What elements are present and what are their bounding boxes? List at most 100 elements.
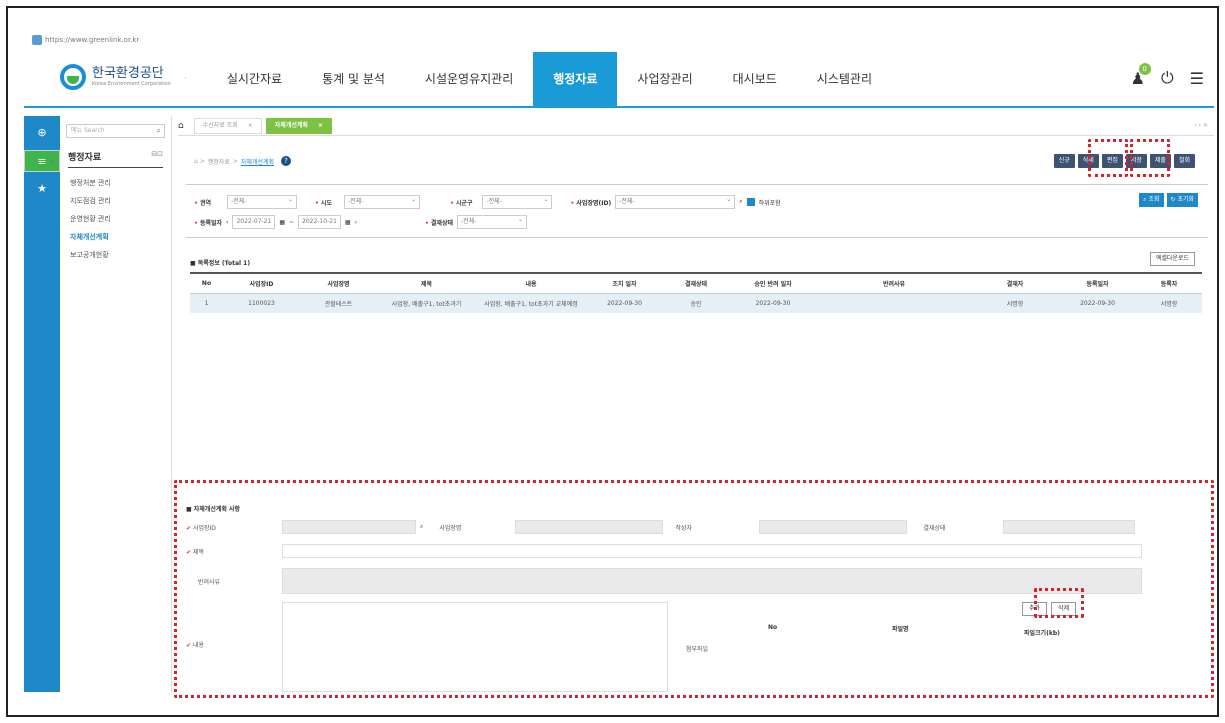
approval-status-input (1003, 520, 1136, 534)
subject-input[interactable] (282, 544, 1142, 558)
prev-date-icon[interactable]: ‹ (226, 219, 228, 226)
top-navigation: 한국환경공단 Korea Environment Corporation · 실… (24, 52, 1214, 108)
column-header[interactable]: 내용 (476, 272, 586, 294)
sidebar-item[interactable]: 행정처분 관리 (60, 174, 171, 192)
column-header[interactable]: 결재상태 (663, 272, 729, 294)
calendar-icon[interactable]: ▦ (279, 219, 285, 226)
reject-reason-input (282, 568, 1142, 594)
menu-list-icon[interactable]: ☰ (1190, 69, 1204, 88)
site-id-input[interactable] (282, 520, 416, 534)
file-column-no: No (768, 624, 778, 631)
column-header[interactable]: 등록일자 (1059, 272, 1136, 294)
icon-bar: ⊕ ≡ ★ (24, 116, 60, 692)
logo[interactable]: 한국환경공단 Korea Environment Corporation (60, 64, 171, 90)
tab-bar: ⌂ 수신자료 조회 × 자체개선계획 × ‹ › ✕ (178, 116, 1214, 136)
sidebar-search-input[interactable]: 메뉴 Search ⌕ (66, 124, 165, 138)
sido-select[interactable]: -전체- (343, 194, 420, 209)
close-icon[interactable]: × (248, 119, 253, 133)
sidebar: 메뉴 Search ⌕ 행정자료 ⊟⊡ 행정처분 관리 지도점검 관리 운영현황… (60, 116, 172, 692)
sidebar-item[interactable]: 지도점검 관리 (60, 192, 171, 210)
menu-facility[interactable]: 시설운영유지관리 (405, 52, 533, 106)
column-header[interactable]: 승인 반려 일자 (729, 272, 817, 294)
add-file-button[interactable]: 추가 (1022, 602, 1048, 616)
home-icon[interactable]: ⌂ (178, 121, 184, 131)
star-icon[interactable]: ★ (24, 178, 60, 200)
file-column-size: 파일크기(kb) (1024, 630, 1060, 637)
column-header[interactable]: 결재자 (971, 272, 1059, 294)
list-title: ■ 목록정보 (Total 1) (190, 260, 251, 267)
include-subsite-checkbox[interactable] (746, 198, 755, 206)
collapse-icon[interactable]: ⊟⊡ (151, 150, 163, 163)
main-menu: · 실시간자료 통계 및 분석 시설운영유지관리 행정자료 사업장관리 대시보드… (184, 52, 892, 106)
notification-badge: 0 (1138, 62, 1151, 75)
menu-statistics[interactable]: 통계 및 분석 (302, 52, 405, 106)
column-header[interactable]: No (190, 272, 223, 294)
breadcrumb: ⌂ > 행정자료 > 자체개선계획 ? (194, 156, 291, 166)
column-header[interactable]: 사업장명 (300, 272, 377, 294)
list-table: No 사업장ID 사업장명 제목 내용 조치 일자 결재상태 승인 반려 일자 … (190, 272, 1202, 313)
next-date-icon[interactable]: › (355, 219, 357, 226)
status-select[interactable]: -전체- (457, 214, 527, 229)
submit-button[interactable]: 제출 (1149, 154, 1171, 168)
help-icon[interactable]: ? (281, 156, 291, 166)
logo-subtitle: Korea Environment Corporation (92, 81, 171, 87)
edit-button[interactable]: 편집 (1101, 154, 1123, 168)
search-icon[interactable]: ⌕ (420, 523, 423, 531)
notification-icon[interactable]: ♟ 0 (1131, 62, 1151, 88)
sidebar-item[interactable]: 운영현황 관리 (60, 210, 171, 228)
menu-system[interactable]: 시스템관리 (797, 52, 892, 106)
site-select[interactable]: -전체- (615, 194, 736, 209)
table-header: No 사업장ID 사업장명 제목 내용 조치 일자 결재상태 승인 반려 일자 … (190, 272, 1202, 294)
tab-controls-icon[interactable]: ‹ › ✕ (1194, 122, 1208, 129)
power-icon[interactable]: ⏻ (1161, 68, 1174, 88)
logo-mark-icon (60, 64, 86, 90)
header-icons: ♟ 0 ⏻ ☰ (1131, 62, 1204, 88)
search-icon[interactable]: ⌕ (157, 125, 161, 137)
withdraw-button[interactable]: 철회 (1173, 154, 1195, 168)
app-frame: https://www.greenlink.or.kr 한국환경공단 Korea… (6, 6, 1219, 717)
attachment-area: 추가 삭제 No 파일명 파일크기(kb) (746, 602, 1126, 692)
excel-download-button[interactable]: 엑셀다운로드 (1149, 252, 1195, 266)
address-bar[interactable]: https://www.greenlink.or.kr (32, 34, 139, 46)
region-select[interactable]: -전체- (226, 194, 297, 209)
search-button[interactable]: ⌕ 조회 (1139, 193, 1164, 207)
logo-name: 한국환경공단 (92, 66, 164, 81)
date-to-input[interactable]: 2022-10-21 (298, 215, 341, 229)
detail-title: ■ 자체개선계획 사항 (186, 506, 241, 513)
favicon-icon (32, 35, 42, 45)
sidebar-item[interactable]: 보고공개현황 (60, 246, 171, 264)
action-toolbar: 신규 삭제 편집 저장 제출 철회 (1053, 154, 1195, 168)
detail-panel: ■ 자체개선계획 사항 ✔ 사업장ID ⌕ 사업장명 작성자 결재상태 ✔ 제목… (180, 492, 1212, 698)
delete-file-button[interactable]: 삭제 (1051, 602, 1077, 616)
content-textarea[interactable] (282, 602, 668, 692)
site-name-input (515, 520, 664, 534)
list-menu-icon[interactable]: ≡ (24, 149, 60, 172)
close-icon[interactable]: × (318, 119, 323, 133)
file-column-name: 파일명 (892, 626, 909, 633)
tab-received-data[interactable]: 수신자료 조회 × (193, 117, 262, 134)
menu-admin[interactable]: 행정자료 (533, 52, 618, 106)
column-header[interactable]: 반려사유 (817, 272, 971, 294)
table-row[interactable]: 1 1100023 관할테스트 사업장, 배출구1, tot초과기 사업장, 배… (190, 293, 1202, 313)
sidebar-item-selected[interactable]: 자체개선계획 (60, 228, 171, 246)
date-from-input[interactable]: 2022-07-21 (232, 215, 276, 229)
search-panel: 권역 -전체- 시도 -전체- 시군구 -전체- 사업장명(ID) -전체- ⌕… (186, 184, 1208, 238)
delete-button[interactable]: 삭제 (1077, 154, 1099, 168)
tab-improvement-plan[interactable]: 자체개선계획 × (265, 117, 332, 134)
column-header[interactable]: 제목 (377, 272, 476, 294)
column-header[interactable]: 조치 일자 (586, 272, 663, 294)
sidebar-title: 행정자료 ⊟⊡ (68, 150, 163, 168)
column-header[interactable]: 사업장ID (223, 272, 300, 294)
search-icon[interactable]: ⌕ (739, 198, 742, 206)
menu-site[interactable]: 사업장관리 (617, 52, 712, 106)
menu-dashboard[interactable]: 대시보드 (713, 52, 797, 106)
save-button[interactable]: 저장 (1125, 154, 1147, 168)
menu-realtime[interactable]: 실시간자료 (207, 52, 302, 106)
calendar-icon[interactable]: ▦ (345, 219, 351, 226)
circle-arrow-icon[interactable]: ⊕ (24, 122, 60, 144)
writer-input (759, 520, 908, 534)
reset-button[interactable]: ↻ 초기화 (1166, 193, 1198, 207)
sigungu-select[interactable]: -전체- (482, 194, 553, 209)
new-button[interactable]: 신규 (1053, 154, 1075, 168)
column-header[interactable]: 등록자 (1136, 272, 1202, 294)
